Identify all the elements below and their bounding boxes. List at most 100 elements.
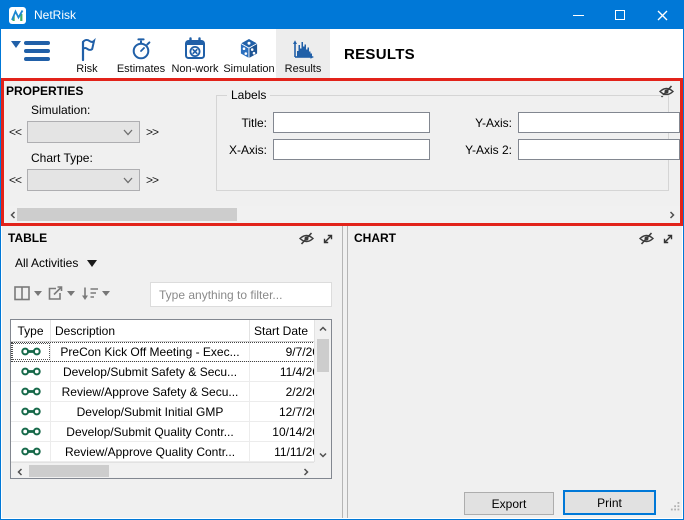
y-axis-field-label: Y-Axis: <box>430 116 518 130</box>
x-axis-field-label: X-Axis: <box>217 143 273 157</box>
row-type-cell <box>11 402 51 421</box>
properties-panel-title: PROPERTIES <box>6 84 83 98</box>
scrollbar-thumb[interactable] <box>17 208 237 221</box>
titlebar: NetRisk <box>1 1 683 29</box>
row-start-date-cell: 11/11/20 <box>250 442 314 461</box>
activities-table: Type Description Start Date PreCon Kick … <box>10 319 332 479</box>
resize-grip-icon[interactable] <box>670 498 680 516</box>
y-axis-field[interactable] <box>518 112 680 133</box>
maximize-button[interactable] <box>599 1 641 29</box>
toolbar-item-label: Non-work <box>171 63 218 75</box>
chart-type-label: Chart Type: <box>31 151 93 165</box>
dropdown-triangle-icon <box>87 260 97 267</box>
row-type-cell <box>11 362 51 381</box>
column-header-description[interactable]: Description <box>51 320 250 341</box>
toolbar-item-label: Risk <box>76 63 97 75</box>
title-field[interactable] <box>273 112 430 133</box>
toolbar-item-simulation[interactable]: Simulation <box>222 29 276 79</box>
chart-type-select[interactable] <box>27 169 140 191</box>
chart-panel-title: CHART <box>354 231 396 245</box>
column-header-type[interactable]: Type <box>11 320 51 341</box>
x-axis-field[interactable] <box>273 139 430 160</box>
scroll-down-icon[interactable] <box>315 447 331 462</box>
row-start-date-cell: 11/4/20 <box>250 362 314 381</box>
toolbar: Risk Estimates <box>2 29 682 79</box>
chart-panel: CHART Export <box>348 226 682 518</box>
calendar-x-icon <box>182 35 208 62</box>
activities-filter-dropdown[interactable]: All Activities <box>15 256 97 270</box>
toolbar-item-label: Estimates <box>117 63 165 75</box>
table-row[interactable]: Develop/Submit Initial GMP 12/7/20 <box>11 402 331 422</box>
sort-icon <box>81 286 99 301</box>
app-logo-icon <box>9 7 26 24</box>
filter-input[interactable] <box>150 282 332 307</box>
row-description: Develop/Submit Quality Contr... <box>51 422 250 441</box>
table-row[interactable]: Develop/Submit Safety & Secu... 11/4/20 <box>11 362 331 382</box>
chart-type-next-button[interactable]: >> <box>146 173 158 187</box>
simulation-prev-button[interactable]: << <box>9 125 21 139</box>
row-start-date-cell: 9/7/20 <box>250 342 314 361</box>
toolbar-item-estimates[interactable]: Estimates <box>114 29 168 79</box>
row-type-cell <box>11 442 51 461</box>
row-start-date: 2/2/20 <box>286 385 314 399</box>
share-arrow-icon <box>47 286 64 301</box>
expand-panel-icon[interactable] <box>662 232 674 250</box>
row-description: Develop/Submit Initial GMP <box>51 402 250 421</box>
scroll-right-icon[interactable] <box>297 463 314 480</box>
print-button[interactable]: Print <box>563 490 656 515</box>
labels-group-legend: Labels <box>227 88 270 102</box>
close-icon <box>657 10 668 21</box>
columns-menu-button[interactable] <box>14 286 42 301</box>
page-title: RESULTS <box>344 46 415 63</box>
table-panel: TABLE All Ac <box>2 226 342 518</box>
scroll-up-icon[interactable] <box>315 321 331 336</box>
scroll-left-icon[interactable] <box>11 463 28 480</box>
main-area: TABLE All Ac <box>2 226 682 518</box>
row-start-date: 11/4/20 <box>280 365 314 379</box>
table-row[interactable]: Review/Approve Quality Contr... 11/11/20 <box>11 442 331 462</box>
chevron-down-icon <box>123 177 133 184</box>
toolbar-item-label: Results <box>285 63 322 75</box>
window-title: NetRisk <box>34 8 76 22</box>
sort-menu-button[interactable] <box>81 286 110 301</box>
y-axis-2-field[interactable] <box>518 139 680 160</box>
toolbar-item-results[interactable]: Results <box>276 29 330 79</box>
scrollbar-thumb[interactable] <box>29 465 109 477</box>
scroll-right-icon[interactable] <box>663 206 680 223</box>
main-menu-button[interactable] <box>8 33 60 75</box>
chain-link-icon <box>21 346 41 357</box>
simulation-next-button[interactable]: >> <box>146 125 158 139</box>
hide-panel-icon[interactable] <box>638 232 655 250</box>
row-start-date: 12/7/20 <box>279 405 314 419</box>
table-panel-title: TABLE <box>8 231 47 245</box>
menu-caret-icon <box>11 41 21 48</box>
expand-panel-icon[interactable] <box>322 232 334 250</box>
properties-horizontal-scrollbar[interactable] <box>4 206 680 223</box>
minimize-button[interactable] <box>557 1 599 29</box>
chain-link-icon <box>21 446 41 457</box>
table-row[interactable]: PreCon Kick Off Meeting - Exec... 9/7/20 <box>11 342 331 362</box>
menu-caret-icon <box>102 291 110 296</box>
row-description: Review/Approve Safety & Secu... <box>51 382 250 401</box>
chain-link-icon <box>21 426 41 437</box>
chart-type-prev-button[interactable]: << <box>9 173 21 187</box>
row-description: PreCon Kick Off Meeting - Exec... <box>51 342 250 361</box>
y-axis-2-field-label: Y-Axis 2: <box>430 143 518 157</box>
row-type-cell <box>11 422 51 441</box>
chain-link-icon <box>21 386 41 397</box>
table-row[interactable]: Review/Approve Safety & Secu... 2/2/20 <box>11 382 331 402</box>
flag-icon <box>75 35 99 62</box>
table-vertical-scrollbar[interactable] <box>314 320 331 462</box>
toolbar-item-risk[interactable]: Risk <box>60 29 114 79</box>
close-button[interactable] <box>641 1 683 29</box>
export-button[interactable]: Export <box>464 492 554 515</box>
column-header-start-date[interactable]: Start Date <box>250 320 314 341</box>
simulation-select[interactable] <box>27 121 140 143</box>
row-description: Review/Approve Quality Contr... <box>51 442 250 461</box>
table-row[interactable]: Develop/Submit Quality Contr... 10/14/20 <box>11 422 331 442</box>
export-menu-button[interactable] <box>47 286 75 301</box>
toolbar-item-nonwork[interactable]: Non-work <box>168 29 222 79</box>
scrollbar-thumb[interactable] <box>317 339 329 372</box>
hide-panel-icon[interactable] <box>298 232 315 250</box>
table-horizontal-scrollbar[interactable] <box>11 462 314 478</box>
